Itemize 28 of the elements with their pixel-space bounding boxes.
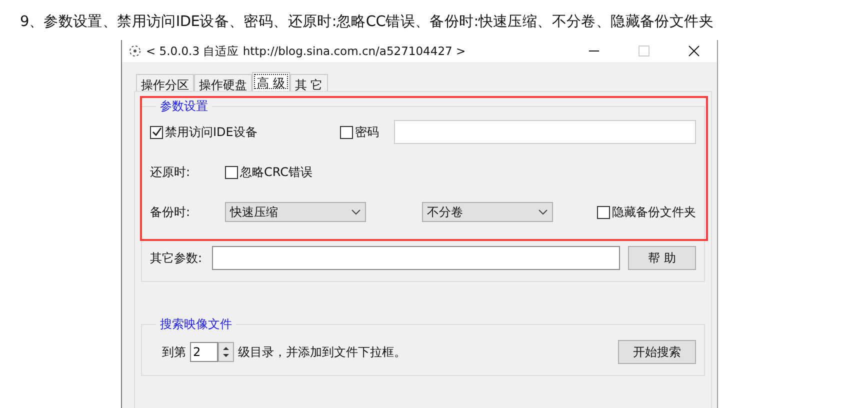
split-dropdown[interactable]: 不分卷 <box>422 202 553 222</box>
group-title: 参数设置 <box>159 98 209 115</box>
compression-dropdown[interactable]: 快速压缩 <box>225 202 366 222</box>
tab[interactable]: 操作分区 <box>136 74 194 91</box>
window-title: < 5.0.0.3 自适应 http://blog.sina.com.cn/a527104427 > <box>146 44 467 58</box>
password-checkbox[interactable]: 密码 <box>340 124 394 140</box>
caret-icon <box>538 209 548 215</box>
heading: 9、参数设置、禁用访问IDE设备、密码、还原时:忽略CC错误、备份时:快速压缩、不分卷、隐藏备份文件夹 <box>19 12 715 32</box>
depth-suffix: 级目录，并添加到文件下拉框。 <box>238 344 407 360</box>
hide-folder-checkbox[interactable]: 隐藏备份文件夹 <box>597 204 696 220</box>
start-search-button[interactable]: 开始搜索 <box>618 340 696 364</box>
help-button[interactable]: 帮 助 <box>628 246 696 270</box>
tab[interactable]: 其 它 <box>290 74 328 91</box>
other-params-label: 其它参数: <box>150 250 204 266</box>
app-icon <box>128 44 142 58</box>
check-icon <box>152 127 162 137</box>
password-field[interactable] <box>394 120 696 144</box>
caret-icon <box>351 209 361 215</box>
depth-prefix: 到第 <box>162 344 186 360</box>
backup-label: 备份时: <box>150 204 192 220</box>
other-params-field[interactable] <box>212 246 620 270</box>
disable-ide-checkbox[interactable]: 禁用访问IDE设备 <box>150 124 340 140</box>
close-icon[interactable] <box>688 45 700 57</box>
ignore-crc-checkbox[interactable]: 忽略CRC错误 <box>225 164 312 180</box>
restore-label: 还原时: <box>150 164 192 180</box>
group-title: 搜索映像文件 <box>159 316 233 333</box>
tab[interactable]: 高 级 <box>252 72 290 91</box>
tab[interactable]: 操作硬盘 <box>194 74 252 91</box>
